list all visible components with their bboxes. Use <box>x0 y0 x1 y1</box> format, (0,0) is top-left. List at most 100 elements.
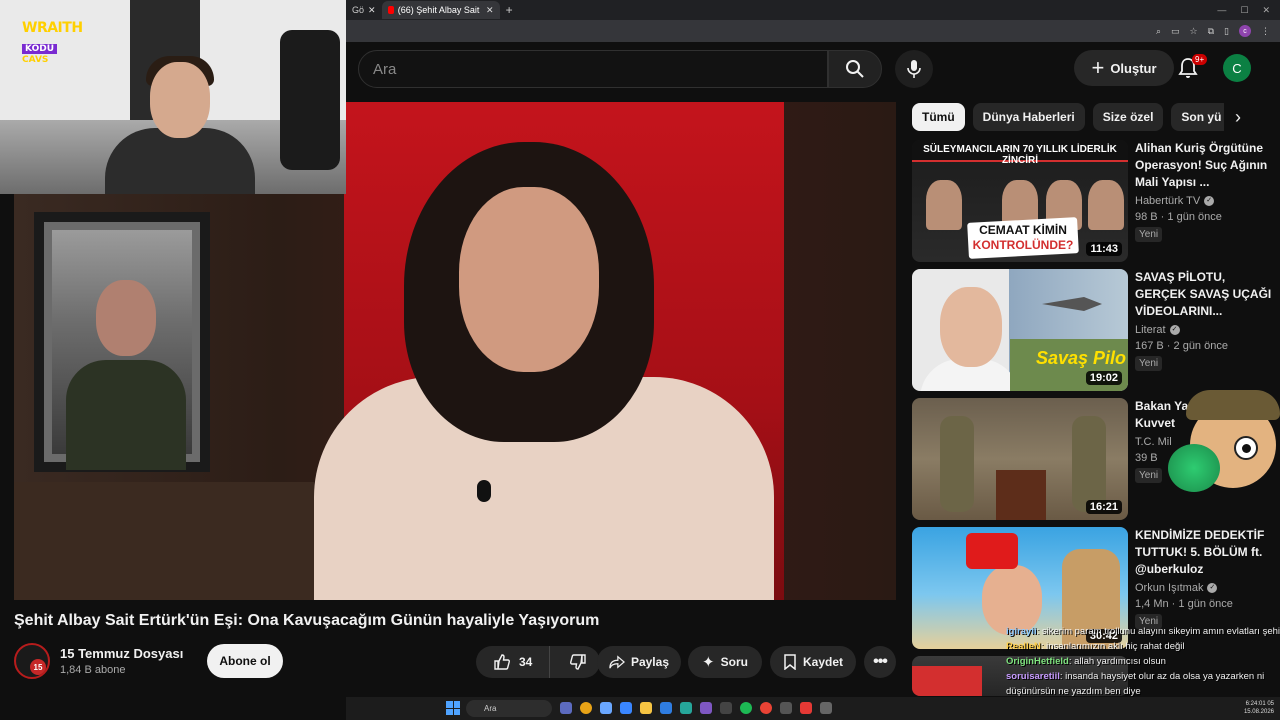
chat-message: igirayii: sikerim param trollunu alayını… <box>1006 626 1280 637</box>
browser-tabbar: Gö ✕ (66) Şehit Albay Sait Ertürk ✕ + — … <box>346 0 1280 20</box>
sidebar-icon[interactable]: ▯ <box>1224 26 1229 37</box>
youtube-header: Ara + Oluştur 9+ C <box>346 42 1280 98</box>
notifications-badge: 9+ <box>1192 54 1208 65</box>
chip-world-news[interactable]: Dünya Haberleri <box>972 103 1085 131</box>
app-icon[interactable] <box>800 702 812 714</box>
app-icon[interactable] <box>600 702 612 714</box>
stream-chat: igirayii: sikerim param trollunu alayını… <box>1006 624 1280 699</box>
share-arrow-icon <box>609 655 625 669</box>
streamer-face <box>150 62 210 138</box>
recommendation-item[interactable]: Savaş Pilo 19:02 SAVAŞ PİLOTU, GERÇEK SA… <box>912 269 1278 391</box>
duration-badge: 16:21 <box>1085 500 1122 514</box>
recommendation-title[interactable]: SAVAŞ PİLOTU, GERÇEK SAVAŞ UÇAĞI VİDEOLA… <box>1135 269 1278 320</box>
new-badge: Yeni <box>1135 356 1163 371</box>
bookmark-star-icon[interactable]: ☆ <box>1190 26 1198 37</box>
cabinet <box>14 482 314 600</box>
search-input[interactable]: Ara <box>358 50 828 88</box>
chip-for-you[interactable]: Size özel <box>1092 103 1164 131</box>
windows-taskbar: Ara 6:24:01 05 15.08.2026 <box>346 697 1280 720</box>
like-button[interactable]: 34 <box>476 646 551 678</box>
recommendation-channel[interactable]: Literat <box>1135 324 1166 336</box>
like-dislike-group: 34 <box>476 646 600 678</box>
recommendation-channel[interactable]: Orkun Işıtmak <box>1135 582 1203 594</box>
recommendation-meta: 1,4 Mn · 1 gün önce <box>1135 598 1233 610</box>
recommendation-title[interactable]: Alihan Kuriş Örgütüne Operasyon! Suç Ağı… <box>1135 140 1278 191</box>
app-icon[interactable] <box>660 702 672 714</box>
taskbar-clock[interactable]: 6:24:01 05 15.08.2026 <box>1244 700 1274 716</box>
minimize-icon[interactable]: — <box>1217 5 1226 16</box>
more-actions-button[interactable]: ••• <box>864 646 896 678</box>
search-button[interactable] <box>828 50 882 88</box>
plus-icon: + <box>1091 55 1105 80</box>
app-icon[interactable] <box>720 702 732 714</box>
video-thumbnail[interactable]: Savaş Pilo 19:02 <box>912 269 1128 391</box>
video-thumbnail[interactable]: SÜLEYMANCILARIN 70 YILLIK LİDERLİK ZİNCİ… <box>912 140 1128 262</box>
recommendation-channel[interactable]: Habertürk TV <box>1135 195 1200 207</box>
browser-tab-active[interactable]: (66) Şehit Albay Sait Ertürk ✕ <box>381 1 500 19</box>
microphone-icon <box>907 60 921 78</box>
chat-username: igirayii <box>1006 626 1037 637</box>
recommendation-meta: 167 B · 2 gün önce <box>1135 340 1228 352</box>
youtube-favicon-icon <box>387 6 394 14</box>
save-button[interactable]: Kaydet <box>770 646 856 678</box>
subscribe-button[interactable]: Abone ol <box>207 644 283 678</box>
voice-search-button[interactable] <box>895 50 933 88</box>
new-badge: Yeni <box>1135 468 1163 483</box>
app-icon[interactable] <box>820 702 832 714</box>
app-icon[interactable] <box>700 702 712 714</box>
chips-next-button[interactable]: › <box>1224 103 1252 131</box>
close-icon[interactable]: ✕ <box>368 5 376 16</box>
maximize-icon[interactable]: ☐ <box>1240 5 1248 16</box>
profile-avatar[interactable]: c <box>1239 25 1251 37</box>
folder-icon[interactable] <box>640 702 652 714</box>
thumbs-down-icon <box>570 654 586 670</box>
verified-check-icon: ✓ <box>1169 325 1180 335</box>
chrome-icon[interactable] <box>580 702 592 714</box>
spotify-icon[interactable] <box>740 702 752 714</box>
close-icon[interactable]: ✕ <box>486 5 494 16</box>
app-icon[interactable] <box>560 702 572 714</box>
chat-username: RealleN <box>1006 641 1041 652</box>
chevron-right-icon: › <box>1235 106 1241 127</box>
duration-badge: 19:02 <box>1085 371 1122 385</box>
sparkle-icon: ✦ <box>702 654 715 671</box>
new-badge: Yeni <box>1135 227 1163 242</box>
speaker-face <box>459 187 599 372</box>
chip-recent[interactable]: Son yü <box>1171 103 1232 131</box>
recommendation-item[interactable]: SÜLEYMANCILARIN 70 YILLIK LİDERLİK ZİNCİ… <box>912 140 1278 262</box>
duration-badge: 11:43 <box>1086 242 1122 256</box>
channel-name[interactable]: 15 Temmuz Dosyası <box>60 646 183 661</box>
extensions-icon[interactable]: ⧉ <box>1208 26 1214 37</box>
browser-icon[interactable] <box>760 702 772 714</box>
taskbar-search[interactable]: Ara <box>466 700 552 717</box>
new-tab-button[interactable]: + <box>500 3 519 17</box>
streamer-webcam: WRAITH KODU CAVS <box>0 0 346 194</box>
account-avatar[interactable]: C <box>1223 54 1251 82</box>
app-icon[interactable] <box>620 702 632 714</box>
subscriber-count: 1,84 B abone <box>60 664 126 676</box>
video-title: Şehit Albay Sait Ertürk'ün Eşi: Ona Kavu… <box>14 612 600 629</box>
chip-all[interactable]: Tümü <box>912 103 965 131</box>
recommendation-title[interactable]: KENDİMİZE DEDEKTİF TUTTUK! 5. BÖLÜM ft. … <box>1135 527 1278 578</box>
zoom-icon[interactable]: ⌕ <box>1156 26 1161 37</box>
browser-toolbar: ⌕ ▭ ☆ ⧉ ▯ c ⋮ <box>346 20 1280 42</box>
ask-button[interactable]: ✦ Soru <box>688 646 762 678</box>
create-button[interactable]: + Oluştur <box>1074 50 1174 86</box>
channel-avatar[interactable]: 15 <box>14 643 50 679</box>
app-icon[interactable] <box>680 702 692 714</box>
windows-start-icon[interactable] <box>446 701 460 715</box>
bookmark-icon <box>784 654 796 670</box>
share-button[interactable]: Paylaş <box>597 646 681 678</box>
cast-icon[interactable]: ▭ <box>1171 26 1180 37</box>
window-close-icon[interactable]: ✕ <box>1262 5 1270 16</box>
video-thumbnail[interactable]: 16:21 <box>912 398 1128 520</box>
recommendation-meta: 98 B · 1 gün önce <box>1135 211 1222 223</box>
verified-check-icon: ✓ <box>1207 583 1218 593</box>
fighter-jet-icon <box>1042 297 1102 311</box>
dislike-button[interactable] <box>556 646 600 678</box>
mascot-sticker <box>1160 388 1280 500</box>
menu-dots-icon[interactable]: ⋮ <box>1261 26 1270 37</box>
app-icon[interactable] <box>780 702 792 714</box>
more-dots-icon: ••• <box>873 653 888 670</box>
browser-tab-other[interactable]: Gö ✕ <box>346 1 382 19</box>
